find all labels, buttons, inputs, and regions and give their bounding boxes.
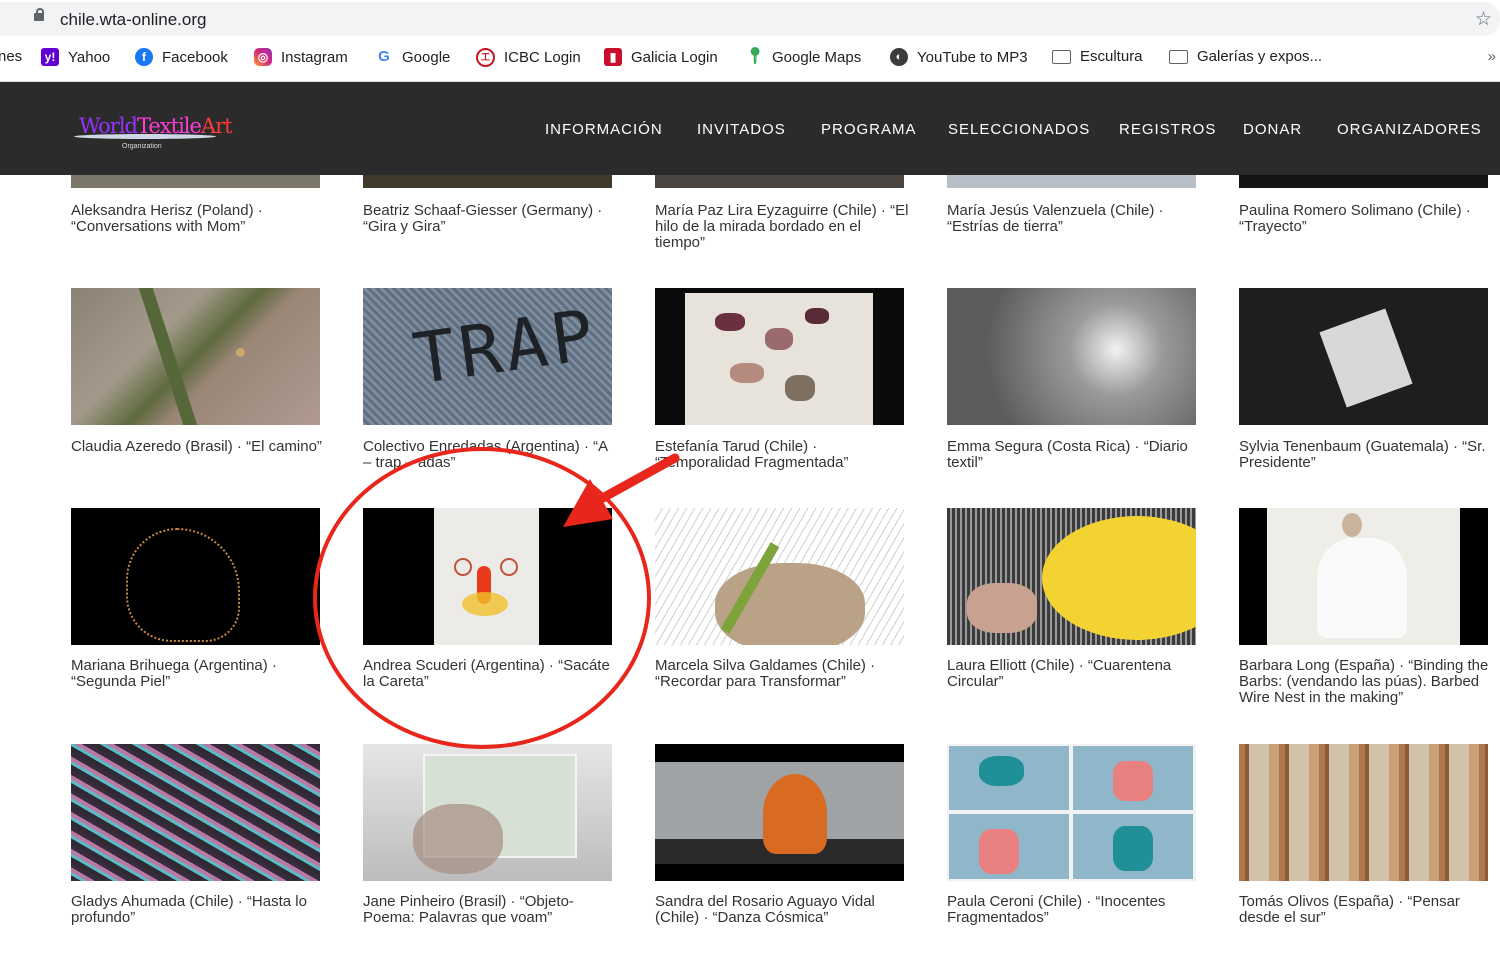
video-thumbnail[interactable] bbox=[655, 175, 904, 188]
bookmark-folder-galerias[interactable]: Galerías y expos... bbox=[1169, 48, 1322, 65]
video-thumbnail[interactable] bbox=[1239, 744, 1488, 881]
video-thumbnail[interactable] bbox=[71, 744, 320, 881]
video-thumbnail[interactable] bbox=[71, 288, 320, 425]
video-thumbnail[interactable] bbox=[947, 508, 1196, 645]
video-caption[interactable]: María Jesús Valenzuela (Chile) · “Estría… bbox=[947, 203, 1202, 235]
bookmark-google[interactable]: G Google bbox=[375, 48, 450, 66]
lock-icon[interactable] bbox=[34, 8, 44, 21]
nav-donar[interactable]: DONAR bbox=[1243, 121, 1302, 138]
nav-registros[interactable]: REGISTROS bbox=[1119, 121, 1216, 138]
folder-icon bbox=[1169, 49, 1188, 64]
thumbnail-yellow-weave bbox=[1042, 516, 1196, 640]
video-caption[interactable]: Barbara Long (España) · “Binding the Bar… bbox=[1239, 658, 1497, 706]
maps-pin-icon: 📍︎ bbox=[745, 48, 766, 65]
video-thumbnail[interactable] bbox=[947, 175, 1196, 188]
video-caption[interactable]: Estefanía Tarud (Chile) · “Temporalidad … bbox=[655, 439, 910, 471]
thumbnail-moss bbox=[138, 288, 198, 425]
url-text[interactable]: chile.wta-online.org bbox=[60, 10, 206, 30]
video-thumbnail[interactable] bbox=[1239, 508, 1488, 645]
bookmark-yahoo[interactable]: y! Yahoo bbox=[41, 48, 110, 66]
thumbnail-pebble bbox=[236, 348, 245, 357]
bookmark-facebook[interactable]: f Facebook bbox=[135, 48, 228, 66]
facebook-icon: f bbox=[135, 48, 153, 66]
yahoo-icon: y! bbox=[41, 48, 59, 66]
video-caption[interactable]: Aleksandra Herisz (Poland) · “Conversati… bbox=[71, 203, 326, 235]
video-caption[interactable]: Claudia Azeredo (Brasil) · “El camino” bbox=[71, 439, 326, 455]
video-caption[interactable]: Paula Ceroni (Chile) · “Inocentes Fragme… bbox=[947, 894, 1202, 926]
video-caption[interactable]: Mariana Brihuega (Argentina) · “Segunda … bbox=[71, 658, 326, 690]
video-thumbnail[interactable] bbox=[363, 175, 612, 188]
galicia-icon: ▮ bbox=[604, 48, 622, 66]
video-caption[interactable]: Sandra del Rosario Aguayo Vidal (Chile) … bbox=[655, 894, 910, 926]
google-icon: G bbox=[378, 48, 390, 65]
bookmark-instagram[interactable]: ◎ Instagram bbox=[254, 48, 348, 66]
video-thumbnail[interactable] bbox=[655, 508, 904, 645]
thumbnail-sculpture bbox=[126, 528, 240, 642]
video-thumbnail[interactable] bbox=[71, 508, 320, 645]
site-header: WorldTextileArt Organization INFORMACIÓN… bbox=[0, 82, 1500, 175]
thumbnail-artist bbox=[1267, 508, 1460, 645]
video-thumbnail[interactable] bbox=[363, 744, 612, 881]
video-caption[interactable]: Tomás Olivos (España) · “Pensar desde el… bbox=[1239, 894, 1497, 926]
annotation-arrow-icon bbox=[563, 453, 680, 527]
folder-icon bbox=[1052, 49, 1071, 64]
icbc-icon: 工 bbox=[476, 48, 495, 67]
bookmark-google-maps[interactable]: 📍︎ Google Maps bbox=[745, 48, 861, 66]
bookmark-youtube-mp3[interactable]: ◐ YouTube to MP3 bbox=[890, 48, 1028, 66]
video-thumbnail[interactable] bbox=[655, 288, 904, 425]
nav-invitados[interactable]: INVITADOS bbox=[697, 121, 786, 138]
bookmark-icbc[interactable]: 工 ICBC Login bbox=[476, 48, 581, 67]
nav-programa[interactable]: PROGRAMA bbox=[821, 121, 917, 138]
site-logo[interactable]: WorldTextileArt Organization bbox=[74, 110, 233, 150]
bookmarks-overflow-chevron[interactable]: » bbox=[1488, 48, 1496, 65]
video-thumbnail[interactable]: TRAP bbox=[363, 288, 612, 425]
video-caption[interactable]: María Paz Lira Eyzaguirre (Chile) · “El … bbox=[655, 203, 910, 251]
thumbnail-embroidered-text: TRAP bbox=[408, 293, 603, 401]
bookmark-folder-escultura[interactable]: Escultura bbox=[1052, 48, 1143, 65]
bookmark-cut-off[interactable]: nes bbox=[0, 48, 22, 65]
video-caption[interactable]: Sylvia Tenenbaum (Guatemala) · “Sr. Pres… bbox=[1239, 439, 1497, 471]
video-caption[interactable]: Beatriz Schaaf-Giesser (Germany) · “Gira… bbox=[363, 203, 618, 235]
video-thumbnail[interactable] bbox=[947, 744, 1196, 881]
thumbnail-orange-object bbox=[763, 774, 827, 854]
bookmark-star-icon[interactable]: ☆ bbox=[1475, 8, 1492, 31]
omnibox[interactable]: chile.wta-online.org ☆ bbox=[0, 2, 1500, 36]
video-caption[interactable]: Paulina Romero Solimano (Chile) · “Traye… bbox=[1239, 203, 1497, 235]
bookmarks-bar: nes y! Yahoo f Facebook ◎ Instagram G Google… bbox=[0, 38, 1500, 82]
thumbnail-paper bbox=[1319, 308, 1413, 408]
browser-address-bar[interactable]: chile.wta-online.org ☆ bbox=[0, 0, 1500, 38]
video-thumbnail[interactable] bbox=[1239, 175, 1488, 188]
video-caption[interactable]: Emma Segura (Costa Rica) · “Diario texti… bbox=[947, 439, 1202, 471]
video-caption[interactable]: Marcela Silva Galdames (Chile) · “Record… bbox=[655, 658, 910, 690]
video-caption[interactable]: Jane Pinheiro (Brasil) · “Objeto-Poema: … bbox=[363, 894, 618, 926]
nav-seleccionados[interactable]: SELECCIONADOS bbox=[948, 121, 1090, 138]
video-thumbnail[interactable] bbox=[1239, 288, 1488, 425]
logo-subtitle: Organization bbox=[122, 143, 162, 150]
video-thumbnail[interactable] bbox=[71, 175, 320, 188]
video-thumbnail[interactable] bbox=[947, 288, 1196, 425]
logo-text: WorldTextileArt bbox=[79, 114, 233, 138]
instagram-icon: ◎ bbox=[254, 48, 272, 66]
video-caption[interactable]: Laura Elliott (Chile) · “Cuarentena Circ… bbox=[947, 658, 1202, 690]
video-caption[interactable]: Gladys Ahumada (Chile) · “Hasta lo profu… bbox=[71, 894, 326, 926]
globe-icon: ◐ bbox=[890, 48, 908, 66]
nav-organizadores[interactable]: ORGANIZADORES bbox=[1337, 121, 1482, 138]
nav-informacion[interactable]: INFORMACIÓN bbox=[545, 121, 663, 138]
thumbnail-fabric bbox=[685, 293, 873, 425]
video-thumbnail[interactable] bbox=[655, 744, 904, 881]
bookmark-galicia[interactable]: ▮ Galicia Login bbox=[604, 48, 718, 66]
